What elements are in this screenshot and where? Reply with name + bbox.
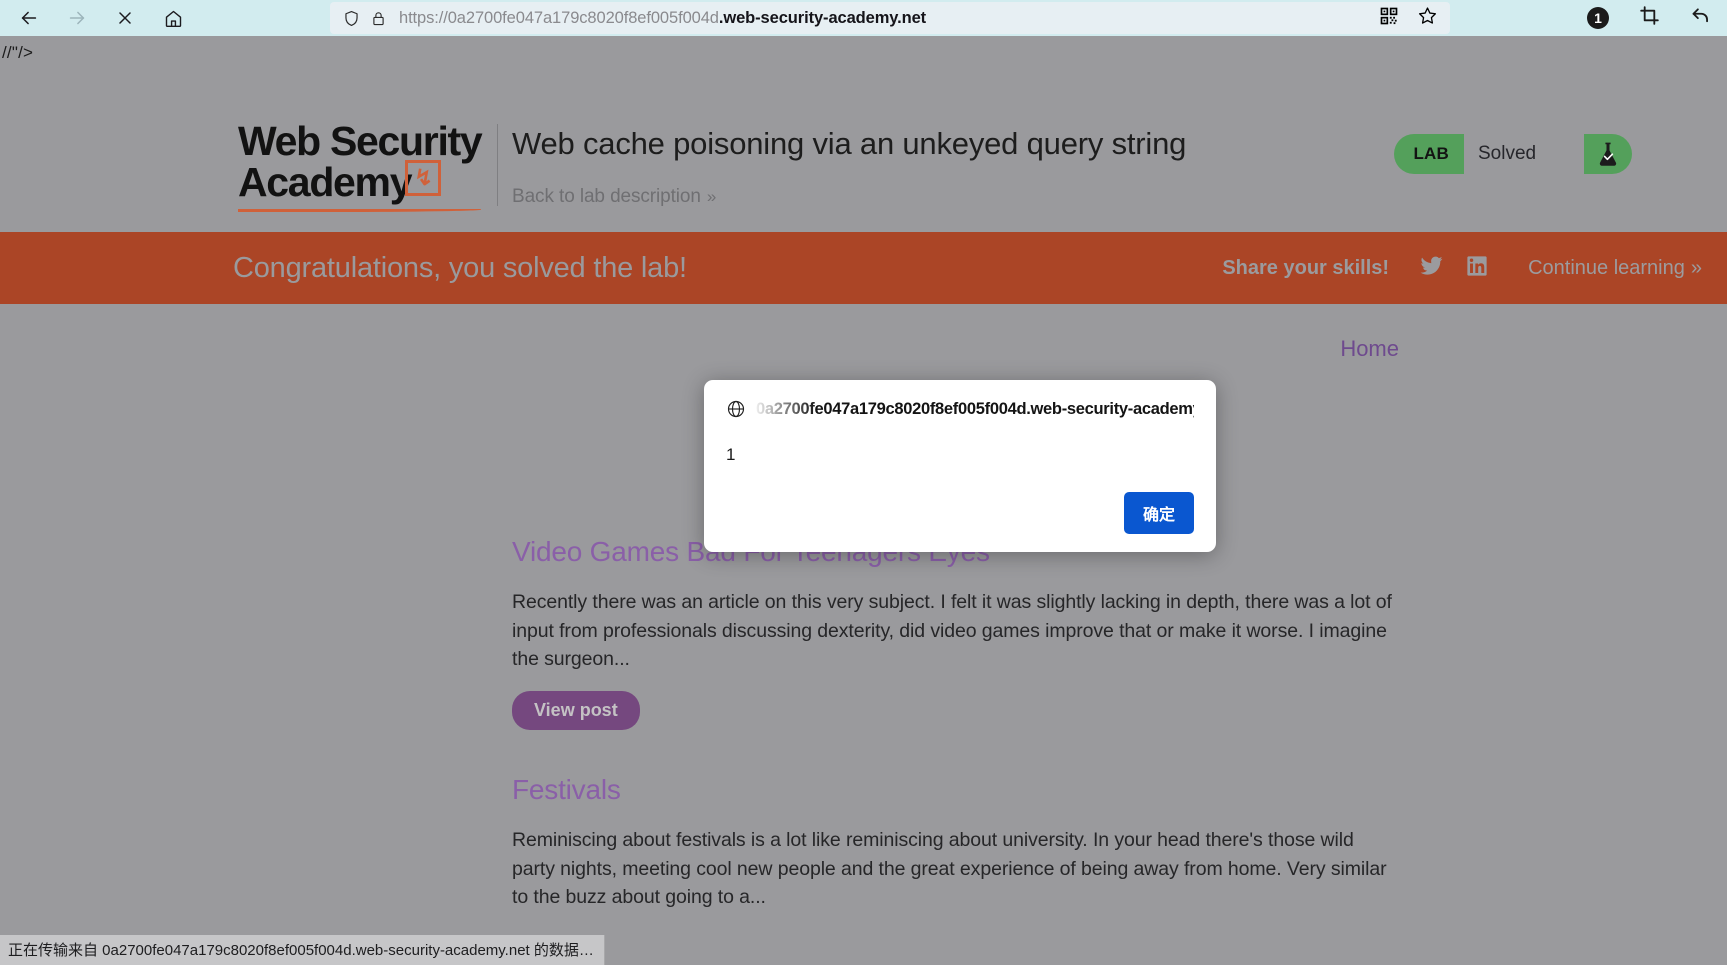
logo-line-1: Web Security [238, 118, 483, 164]
continue-learning-link[interactable]: Continue learning» [1528, 256, 1702, 280]
back-button[interactable] [12, 3, 46, 33]
blog-post-2: Festivals Reminiscing about festivals is… [512, 774, 1392, 912]
banner-actions: Share your skills! Continue learning» [1222, 253, 1702, 283]
header-divider [497, 124, 498, 206]
back-to-lab-description-link[interactable]: Back to lab description » [512, 186, 717, 208]
status-bar: 正在传输来自 0a2700fe047a179c8020f8ef005f004d.… [0, 935, 605, 965]
stop-button[interactable] [108, 3, 142, 33]
dialog-ok-button[interactable]: 确定 [1123, 492, 1194, 534]
browser-toolbar: https://0a2700fe047a179c8020f8ef005f004d… [0, 0, 1727, 36]
solved-banner: Congratulations, you solved the lab! Sha… [0, 232, 1727, 304]
addressbar-actions [1379, 5, 1438, 31]
burp-logo-icon: ↯ [405, 160, 441, 196]
status-badge: Solved [1464, 134, 1584, 174]
logo-line-2: Academy ↯ [238, 159, 490, 212]
blog-post-1: Video Games Bad For Teenagers Eyes Recen… [512, 536, 1392, 730]
back-link-label: Back to lab description [512, 186, 701, 207]
post-excerpt: Reminiscing about festivals is a lot lik… [512, 829, 1387, 908]
banner-title: Congratulations, you solved the lab! [233, 251, 687, 284]
home-button[interactable] [156, 3, 190, 33]
lab-header: Web Security Academy ↯ Web cache poisoni… [0, 36, 1727, 242]
logo-underline [238, 208, 481, 212]
view-post-button[interactable]: View post [512, 690, 640, 730]
dialog-origin: 0a2700fe047a179c8020f8ef005f004d.web-sec… [756, 399, 1194, 418]
dialog-actions: 确定 [726, 492, 1194, 534]
navigation-buttons [0, 3, 190, 33]
url-text[interactable]: https://0a2700fe047a179c8020f8ef005f004d… [399, 9, 1369, 28]
alert-dialog: 0a2700fe047a179c8020f8ef005f004d.web-sec… [704, 380, 1216, 552]
chevron-right-icon: » [1690, 256, 1702, 279]
address-bar[interactable]: https://0a2700fe047a179c8020f8ef005f004d… [330, 2, 1450, 34]
share-label: Share your skills! [1222, 256, 1390, 279]
lock-icon[interactable] [370, 10, 387, 27]
url-domain: .web-security-academy.net [718, 8, 927, 27]
lab-status-widget[interactable]: LAB Solved [1394, 134, 1632, 174]
qr-code-icon[interactable] [1379, 6, 1399, 31]
notification-count-badge[interactable]: 1 [1587, 7, 1609, 29]
dialog-message: 1 [726, 445, 736, 464]
post-title: Festivals [512, 774, 621, 805]
flask-check-icon [1584, 134, 1632, 174]
social-links [1419, 253, 1488, 283]
page-viewport: //"/> Web Security Academy ↯ Web cache p… [0, 36, 1727, 965]
dialog-header: 0a2700fe047a179c8020f8ef005f004d.web-sec… [726, 399, 1194, 419]
star-icon[interactable] [1417, 5, 1438, 31]
lab-tag: LAB [1413, 144, 1449, 163]
shield-icon[interactable] [342, 9, 361, 28]
page-title: Web cache poisoning via an unkeyed query… [512, 126, 1187, 161]
url-prefix: https://0a2700fe047a179c8020f8ef005f004d [399, 8, 719, 27]
linkedin-icon[interactable] [1466, 255, 1488, 282]
undo-arrow-icon[interactable] [1690, 5, 1711, 31]
logo-line-2-text: Academy [238, 159, 413, 205]
crop-icon[interactable] [1639, 5, 1660, 31]
twitter-icon[interactable] [1419, 253, 1444, 283]
post-excerpt: Recently there was an article on this ve… [512, 591, 1392, 670]
toolbar-extensions: 1 [1587, 0, 1711, 36]
academy-logo[interactable]: Web Security Academy ↯ [238, 118, 490, 212]
chevron-right-icon: » [706, 187, 717, 206]
globe-icon [726, 399, 746, 419]
continue-learning-label: Continue learning [1528, 256, 1685, 279]
screen: https://0a2700fe047a179c8020f8ef005f004d… [0, 0, 1727, 965]
forward-button[interactable] [60, 3, 94, 33]
nav-home-link[interactable]: Home [1340, 336, 1399, 362]
